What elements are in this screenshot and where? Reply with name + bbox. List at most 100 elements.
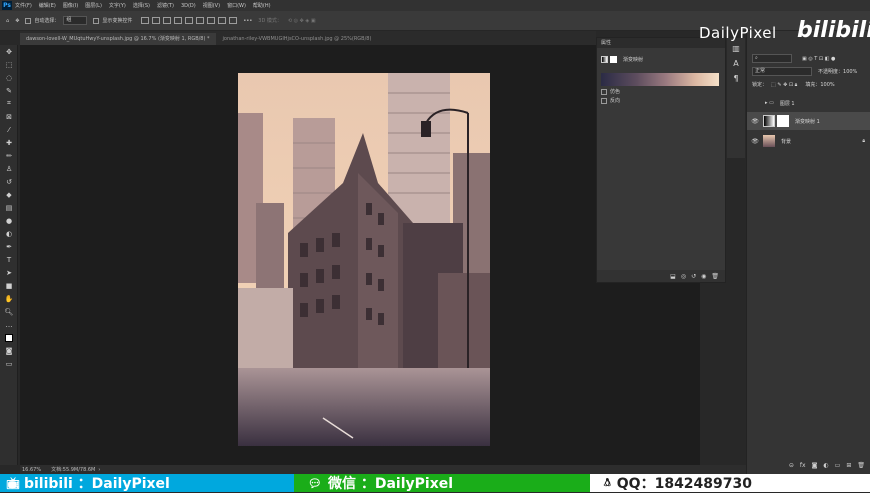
align-left-icon[interactable]: [141, 17, 150, 24]
paragraph-icon[interactable]: ¶: [727, 74, 745, 83]
delete-icon[interactable]: 🗑︎: [711, 273, 719, 280]
menu-type[interactable]: 文字(Y): [109, 2, 126, 9]
menu-file[interactable]: 文件(F): [15, 2, 32, 9]
new-layer-icon[interactable]: ⊞: [846, 462, 851, 474]
history-brush-icon[interactable]: ↺: [0, 175, 18, 188]
color-swatches-icon[interactable]: [0, 331, 18, 344]
align-right-icon[interactable]: [163, 17, 172, 24]
tools-panel: ✥ ⬚ ◌ ✎ ⌗ ⊠ ⁄ ✚ ✏ ♙ ↺ ◆ ▤ ● ◐ ✒ T ➤ ■ ✋ …: [0, 45, 18, 465]
path-select-icon[interactable]: ➤: [0, 266, 18, 279]
frame-tool-icon[interactable]: ⊠: [0, 110, 18, 123]
distribute-right-icon[interactable]: [229, 17, 238, 24]
visibility-icon[interactable]: ◉: [701, 273, 706, 280]
adjustment-icon[interactable]: ◐: [823, 462, 828, 474]
menu-image[interactable]: 图像(I): [63, 2, 78, 9]
bilibili-segment: 📺︎ bilibili ：DailyPixel: [0, 474, 294, 492]
quick-mask-icon[interactable]: ◙: [0, 344, 18, 357]
lock-icon: 🔒︎: [862, 138, 865, 144]
layer-row-selected[interactable]: 👁︎ 渐变映射 1: [747, 112, 870, 130]
align-bottom-icon[interactable]: [196, 17, 205, 24]
mask-icon[interactable]: [610, 56, 617, 63]
menu-window[interactable]: 窗口(W): [227, 2, 246, 9]
menu-layer[interactable]: 图层(L): [85, 2, 102, 9]
menu-edit[interactable]: 编辑(E): [39, 2, 56, 9]
type-tool-icon[interactable]: T: [0, 253, 18, 266]
eraser-tool-icon[interactable]: ◆: [0, 188, 18, 201]
view-previous-icon[interactable]: ◎: [681, 273, 686, 280]
auto-select-label: 自动选择：: [34, 18, 60, 24]
brush-tool-icon[interactable]: ✏: [0, 149, 18, 162]
link-layers-icon[interactable]: ⊝: [789, 462, 794, 474]
delete-layer-icon[interactable]: 🗑︎: [857, 462, 865, 474]
eyedropper-tool-icon[interactable]: ⁄: [0, 123, 18, 136]
eye-icon[interactable]: 👁︎: [750, 138, 760, 145]
fill-value[interactable]: 100%: [820, 82, 834, 88]
auto-select-checkbox[interactable]: [25, 17, 32, 24]
tab-document-1[interactable]: dawson-lovell-W_MUqtuHwyY-unsplash.jpg @…: [20, 33, 216, 45]
healing-brush-icon[interactable]: ✚: [0, 136, 18, 149]
align-center-icon[interactable]: [152, 17, 161, 24]
tab-document-2[interactable]: jonathan-riley-VWBMUGIHjsCO-unsplash.jpg…: [216, 33, 378, 45]
filter-icons[interactable]: ▣ ◎ T ⊡ ◧ ●: [802, 56, 835, 62]
adjustment-layer-icon: [763, 115, 775, 127]
opacity-value[interactable]: 100%: [843, 69, 857, 75]
add-mask-icon[interactable]: ◙: [812, 462, 818, 474]
screen-mode-icon[interactable]: ▭: [0, 357, 18, 370]
new-group-icon[interactable]: ▭: [835, 462, 841, 474]
qq-penguin-icon: 🐧︎: [604, 475, 611, 489]
fx-icon[interactable]: fx: [800, 462, 806, 474]
menu-help[interactable]: 帮助(H): [253, 2, 271, 9]
layer-row[interactable]: ▸ ▭ 图层 1: [747, 94, 870, 112]
filter-kind-dropdown[interactable]: ⌕: [752, 54, 792, 63]
menu-3d[interactable]: 3D(D): [181, 3, 196, 9]
zoom-tool-icon[interactable]: 🔍︎: [0, 305, 18, 318]
blur-tool-icon[interactable]: ●: [0, 214, 18, 227]
layer-name: 图层 1: [779, 100, 795, 107]
align-top-icon[interactable]: [174, 17, 183, 24]
eye-icon[interactable]: 👁︎: [750, 118, 760, 125]
more-options-icon[interactable]: •••: [243, 18, 252, 24]
home-icon[interactable]: ⌂: [6, 18, 9, 24]
align-buttons: [138, 17, 238, 24]
gradient-preview-bar[interactable]: [601, 73, 719, 86]
3d-rotate-icon[interactable]: ⟲ ◎ ✥ ◈ ▣: [288, 18, 316, 24]
crop-tool-icon[interactable]: ⌗: [0, 97, 18, 110]
move-tool-icon[interactable]: ✥: [0, 45, 18, 58]
social-banner: 📺︎ bilibili ：DailyPixel 💬︎ 微信 ：DailyPixe…: [0, 474, 870, 492]
more-tools-icon[interactable]: …: [0, 318, 18, 331]
show-transform-checkbox[interactable]: [93, 17, 100, 24]
hand-tool-icon[interactable]: ✋: [0, 292, 18, 305]
document-image[interactable]: [238, 73, 490, 446]
menu-filter[interactable]: 滤镜(T): [157, 2, 174, 9]
layer-mask-thumbnail[interactable]: [777, 115, 789, 127]
layers-footer: ⊝ fx ◙ ◐ ▭ ⊞ 🗑︎: [747, 462, 870, 474]
chevron-right-icon[interactable]: ›: [98, 467, 100, 473]
menu-view[interactable]: 视图(V): [203, 2, 220, 9]
dither-checkbox[interactable]: [601, 88, 607, 95]
clone-stamp-icon[interactable]: ♙: [0, 162, 18, 175]
zoom-level[interactable]: 16.67%: [22, 467, 41, 473]
auto-select-dropdown[interactable]: 组: [63, 16, 88, 25]
pen-tool-icon[interactable]: ✒: [0, 240, 18, 253]
lasso-tool-icon[interactable]: ◌: [0, 71, 18, 84]
distribute-left-icon[interactable]: [207, 17, 216, 24]
blend-mode-dropdown[interactable]: 正常: [752, 67, 812, 76]
rectangle-tool-icon[interactable]: ■: [0, 279, 18, 292]
dodge-tool-icon[interactable]: ◐: [0, 227, 18, 240]
clip-to-layer-icon[interactable]: ⬓: [670, 273, 676, 280]
properties-subtitle: 渐变映射: [623, 57, 644, 63]
layer-row[interactable]: 👁︎ 背景 🔒︎: [747, 132, 870, 150]
reset-icon[interactable]: ↺: [691, 273, 696, 280]
marquee-tool-icon[interactable]: ⬚: [0, 58, 18, 71]
quick-select-tool-icon[interactable]: ✎: [0, 84, 18, 97]
move-tool-icon[interactable]: ✥: [15, 18, 19, 24]
character-icon[interactable]: A: [727, 59, 745, 68]
gradient-tool-icon[interactable]: ▤: [0, 201, 18, 214]
lock-icons[interactable]: ⬚ ✎ ✥ ⊡ 🔒︎: [771, 82, 797, 88]
layers-panel: ⌕ ▣ ◎ T ⊡ ◧ ● 正常 不透明度： 100% 锁定： ⬚ ✎ ✥ ⊡ …: [746, 31, 870, 476]
reverse-checkbox[interactable]: [601, 97, 607, 104]
distribute-center-icon[interactable]: [218, 17, 227, 24]
menu-select[interactable]: 选择(S): [133, 2, 150, 9]
doc-size: 文档:55.9M/78.6M: [51, 467, 96, 473]
align-middle-icon[interactable]: [185, 17, 194, 24]
